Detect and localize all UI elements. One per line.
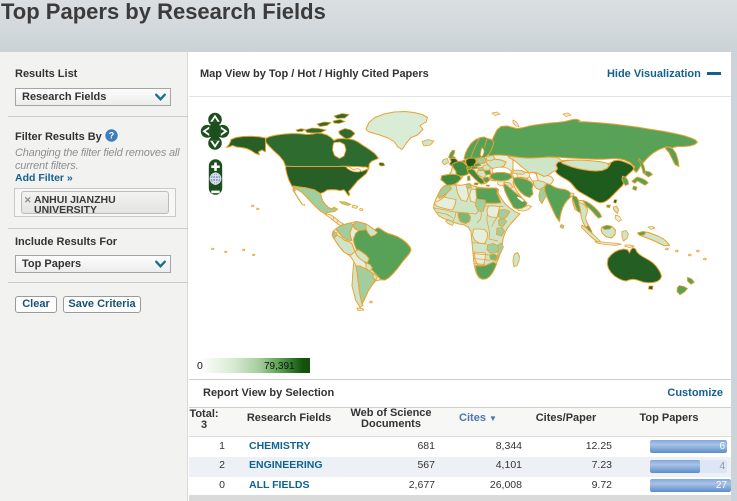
svg-text:?: ?: [109, 131, 115, 141]
